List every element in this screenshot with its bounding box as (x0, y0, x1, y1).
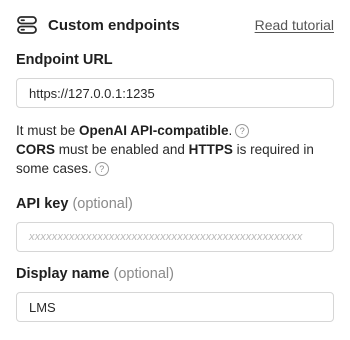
api-key-label-text: API key (16, 196, 69, 212)
endpoint-url-label: Endpoint URL (16, 52, 113, 68)
display-name-input[interactable]: LMS (16, 292, 334, 322)
api-key-label: API key (optional) (16, 196, 133, 212)
display-name-label-text: Display name (16, 266, 110, 282)
https-text: HTTPS (188, 142, 233, 157)
api-key-input[interactable]: xxxxxxxxxxxxxxxxxxxxxxxxxxxxxxxxxxxxxxxx… (16, 222, 334, 252)
display-name-optional-text: (optional) (113, 266, 174, 282)
endpoint-url-input[interactable]: https://127.0.0.1:1235 (16, 78, 334, 108)
server-icon (16, 14, 38, 36)
display-name-value: LMS (29, 299, 56, 315)
api-key-optional-text: (optional) (72, 196, 133, 212)
help-text-2: . (228, 123, 233, 138)
panel-title: Custom endpoints (48, 16, 180, 34)
custom-endpoints-panel: Custom endpoints Read tutorial Endpoint … (0, 0, 350, 340)
help-text-1: It must be (16, 123, 80, 138)
display-name-label: Display name (optional) (16, 266, 174, 282)
api-key-placeholder: xxxxxxxxxxxxxxxxxxxxxxxxxxxxxxxxxxxxxxxx… (29, 231, 303, 243)
endpoint-url-value: https://127.0.0.1:1235 (29, 85, 155, 101)
help-icon[interactable]: ? (94, 162, 109, 176)
read-tutorial-link[interactable]: Read tutorial (255, 17, 334, 33)
panel-header: Custom endpoints Read tutorial (16, 14, 334, 36)
endpoint-help-text: It must be OpenAI API-compatible.? CORS … (16, 121, 336, 178)
help-text-3: must be enabled and (55, 142, 189, 157)
openai-compatible-text: OpenAI API-compatible (79, 123, 229, 138)
help-icon[interactable]: ? (235, 124, 250, 138)
cors-text: CORS (16, 142, 56, 157)
